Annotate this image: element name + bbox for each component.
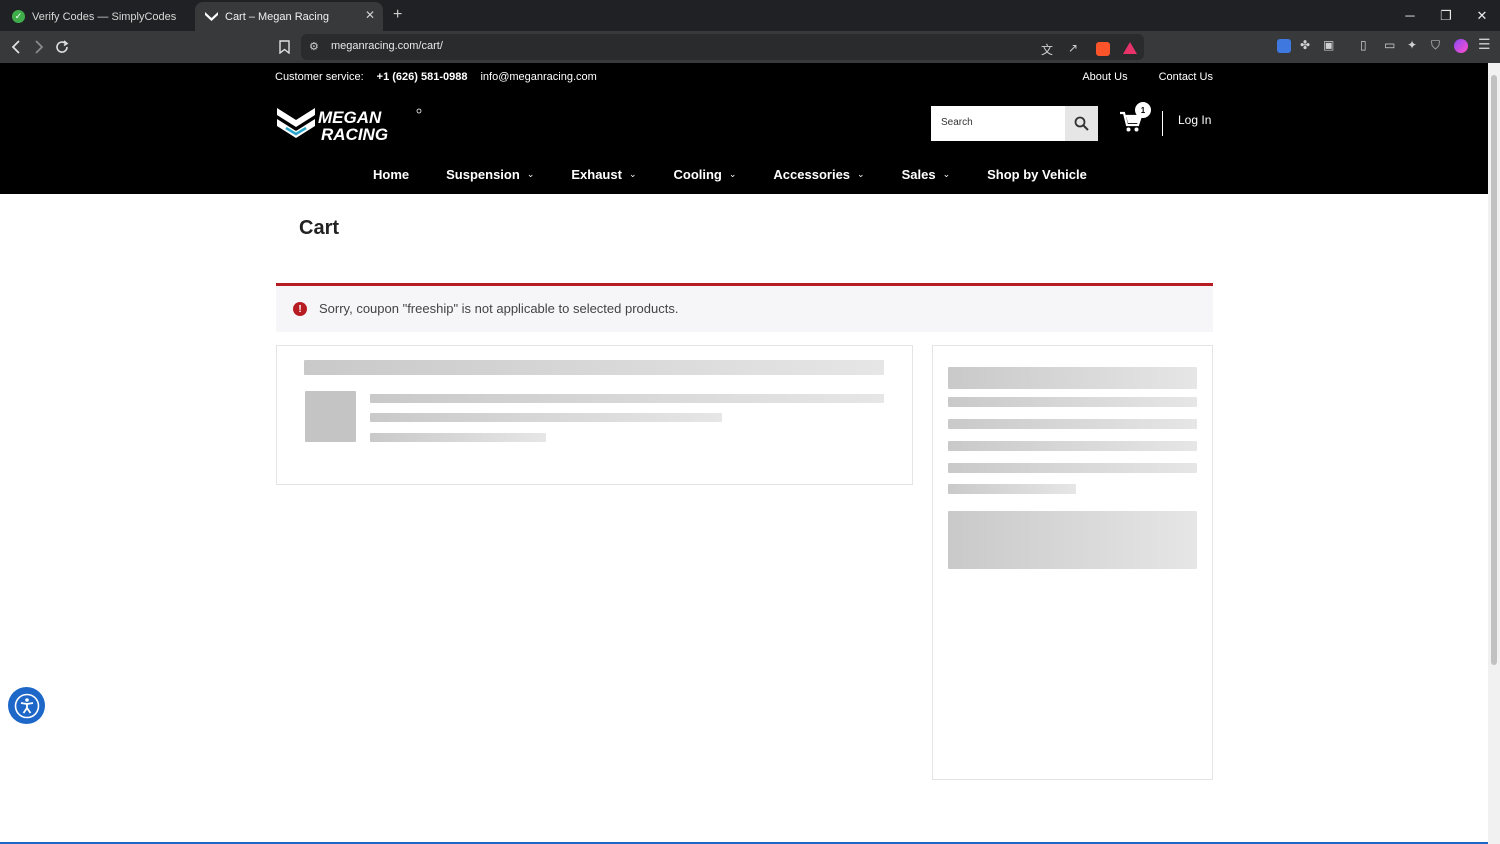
extension-shield-icon[interactable]: [1277, 39, 1291, 53]
page-scrollbar[interactable]: [1488, 63, 1500, 844]
nav-sales[interactable]: Sales ⌄: [902, 167, 951, 182]
skeleton-line: [948, 441, 1197, 451]
translate-icon[interactable]: 文: [1041, 41, 1053, 58]
main-nav: Home Suspension ⌄ Exhaust ⌄ Cooling ⌄ Acces…: [373, 167, 1124, 182]
error-message: Sorry, coupon "freeship" is not applicab…: [319, 301, 679, 316]
reload-icon[interactable]: [53, 38, 71, 56]
header-divider: [1162, 111, 1163, 136]
search-icon: [1074, 116, 1089, 131]
leo-ai-icon[interactable]: ✦: [1407, 38, 1417, 52]
profile-avatar-icon[interactable]: [1454, 39, 1468, 53]
screenshot-icon[interactable]: ▣: [1323, 38, 1334, 52]
accessibility-button[interactable]: [8, 687, 45, 724]
skeleton-line: [948, 367, 1197, 389]
sidebar-icon[interactable]: ▯: [1360, 38, 1367, 52]
page-title: Cart: [299, 217, 340, 239]
chevron-down-icon: ⌄: [728, 169, 737, 179]
nav-suspension[interactable]: Suspension ⌄: [446, 167, 534, 182]
chevron-down-icon: ⌄: [526, 169, 535, 179]
minimize-icon[interactable]: ─: [1392, 0, 1428, 31]
megan-racing-icon: [205, 10, 218, 23]
browser-tabbar: ✓ Verify Codes — SimplyCodes Cart – Mega…: [0, 0, 1500, 31]
menu-icon[interactable]: ☰: [1478, 36, 1491, 53]
email-link[interactable]: info@meganracing.com: [480, 71, 596, 83]
skeleton-line: [948, 397, 1197, 407]
nav-cooling[interactable]: Cooling ⌄: [673, 167, 736, 182]
accessibility-icon: [14, 693, 39, 718]
brave-shields-icon[interactable]: [1096, 42, 1110, 56]
search-box: Search: [931, 106, 1098, 141]
close-window-icon[interactable]: ✕: [1464, 0, 1500, 31]
phone-link[interactable]: +1 (626) 581-0988: [377, 71, 468, 83]
tab-title: Verify Codes — SimplyCodes: [32, 10, 177, 23]
nav-accessories[interactable]: Accessories ⌄: [773, 167, 864, 182]
about-us-link[interactable]: About Us: [1082, 71, 1127, 83]
customer-service-bar: Customer service: +1 (626) 581-0988 info…: [275, 71, 597, 83]
logo-text-racing: RACING: [321, 125, 388, 142]
skeleton-line: [948, 484, 1076, 494]
skeleton-thumbnail: [305, 391, 356, 442]
browser-tab-cart[interactable]: Cart – Megan Racing ✕: [195, 2, 383, 31]
skeleton-line: [948, 463, 1197, 473]
scrollbar-thumb[interactable]: [1491, 75, 1497, 665]
search-button[interactable]: [1065, 106, 1098, 141]
url-text: meganracing.com/cart/: [331, 40, 443, 52]
bookmark-icon[interactable]: [275, 38, 293, 56]
brave-rewards-icon[interactable]: [1123, 42, 1137, 54]
contact-us-link[interactable]: Contact Us: [1159, 71, 1213, 83]
simplycodes-check-icon: ✓: [12, 10, 25, 23]
browser-toolbar: ⚙ meganracing.com/cart/ 文 ↗ ✤ ▣ ▯ ▭ ✦ ⛉ …: [0, 31, 1500, 63]
restore-icon[interactable]: ❐: [1428, 0, 1464, 31]
customer-service-label: Customer service:: [275, 71, 364, 83]
error-icon: !: [293, 302, 307, 316]
cart-totals-loading-panel: [932, 345, 1213, 780]
browser-tab-simplycodes[interactable]: ✓ Verify Codes — SimplyCodes: [2, 2, 194, 31]
search-input[interactable]: Search: [941, 117, 973, 128]
chevron-down-icon: ⌄: [628, 169, 637, 179]
skeleton-checkout-button: [948, 511, 1197, 569]
nav-exhaust[interactable]: Exhaust ⌄: [571, 167, 636, 182]
new-tab-icon[interactable]: +: [393, 6, 402, 24]
address-bar[interactable]: ⚙ meganracing.com/cart/ 文 ↗: [301, 34, 1144, 60]
coupon-error-notice: ! Sorry, coupon "freeship" is not applic…: [276, 283, 1213, 332]
vpn-icon[interactable]: ⛉: [1431, 38, 1440, 53]
close-tab-icon[interactable]: ✕: [365, 8, 375, 22]
site-header: Customer service: +1 (626) 581-0988 info…: [0, 63, 1488, 194]
skeleton-line: [370, 394, 884, 403]
megan-racing-logo[interactable]: MEGAN RACING: [277, 106, 425, 144]
cart-items-loading-panel: [276, 345, 913, 485]
skeleton-line: [370, 433, 546, 442]
share-icon[interactable]: ↗: [1068, 41, 1078, 55]
back-icon[interactable]: [7, 38, 25, 56]
skeleton-line: [948, 419, 1197, 429]
login-link[interactable]: Log In: [1178, 113, 1211, 127]
nav-home[interactable]: Home: [373, 167, 409, 182]
site-settings-icon[interactable]: ⚙: [309, 40, 319, 53]
tab-title: Cart – Megan Racing: [225, 10, 329, 23]
wallet-icon[interactable]: ▭: [1384, 38, 1395, 52]
cart-count-badge: 1: [1135, 102, 1151, 118]
chevron-down-icon: ⌄: [942, 169, 951, 179]
nav-shop-by-vehicle[interactable]: Shop by Vehicle: [987, 167, 1087, 182]
extensions-puzzle-icon[interactable]: ✤: [1300, 38, 1310, 52]
forward-icon[interactable]: [30, 38, 48, 56]
chevron-down-icon: ⌄: [857, 169, 865, 179]
skeleton-line: [304, 360, 884, 375]
skeleton-line: [370, 413, 722, 422]
